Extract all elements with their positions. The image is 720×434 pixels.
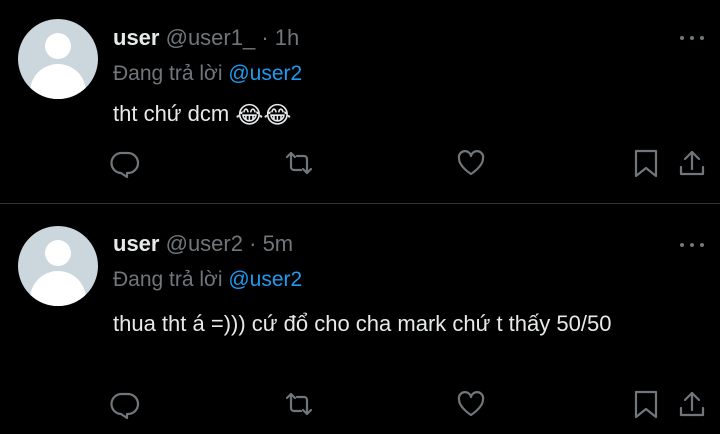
retweet-icon[interactable] xyxy=(284,148,314,178)
timestamp[interactable]: 5m xyxy=(263,231,294,256)
avatar[interactable] xyxy=(18,19,98,99)
display-name[interactable]: user xyxy=(113,231,159,256)
tweet-text: tht chứ dcm 😂😂 xyxy=(113,98,683,132)
mention-link[interactable]: @user2 xyxy=(228,268,302,291)
default-avatar-icon xyxy=(45,33,71,59)
mention-link[interactable]: @user2 xyxy=(228,62,302,85)
laughing-emoji-icon: 😂😂 xyxy=(235,102,292,129)
reply-icon[interactable] xyxy=(110,389,140,419)
replying-label: Đang trả lời xyxy=(113,268,223,291)
share-icon[interactable] xyxy=(677,389,707,419)
more-options-icon[interactable] xyxy=(680,34,704,42)
user-handle[interactable]: @user2 xyxy=(166,231,243,256)
default-avatar-icon xyxy=(45,240,71,266)
tweet-text: thua tht á =))) cứ đổ cho cha mark chứ t… xyxy=(113,308,683,340)
tweet-body: thua tht á =))) cứ đổ cho cha mark chứ t… xyxy=(113,311,612,336)
separator-dot: · xyxy=(249,231,257,256)
retweet-icon[interactable] xyxy=(284,389,314,419)
avatar[interactable] xyxy=(18,226,98,306)
tweet-body: tht chứ dcm xyxy=(113,101,230,126)
replying-to: Đang trả lời @user2 xyxy=(113,266,302,294)
separator-dot: · xyxy=(261,25,269,50)
display-name[interactable]: user xyxy=(113,25,159,50)
reply-icon[interactable] xyxy=(110,148,140,178)
tweet[interactable]: user @user1_ · 1h Đang trả lời @user2 th… xyxy=(0,0,720,203)
tweet-header: user @user2 · 5m xyxy=(113,229,293,259)
like-icon[interactable] xyxy=(456,389,486,419)
replying-to: Đang trả lời @user2 xyxy=(113,60,302,88)
more-options-icon[interactable] xyxy=(680,241,704,249)
timestamp[interactable]: 1h xyxy=(275,25,299,50)
like-icon[interactable] xyxy=(456,148,486,178)
bookmark-icon[interactable] xyxy=(631,389,661,419)
tweet-header: user @user1_ · 1h xyxy=(113,23,299,53)
bookmark-icon[interactable] xyxy=(631,148,661,178)
tweet[interactable]: user @user2 · 5m Đang trả lời @user2 thu… xyxy=(0,204,720,434)
user-handle[interactable]: @user1_ xyxy=(166,25,256,50)
replying-label: Đang trả lời xyxy=(113,62,223,85)
share-icon[interactable] xyxy=(677,148,707,178)
